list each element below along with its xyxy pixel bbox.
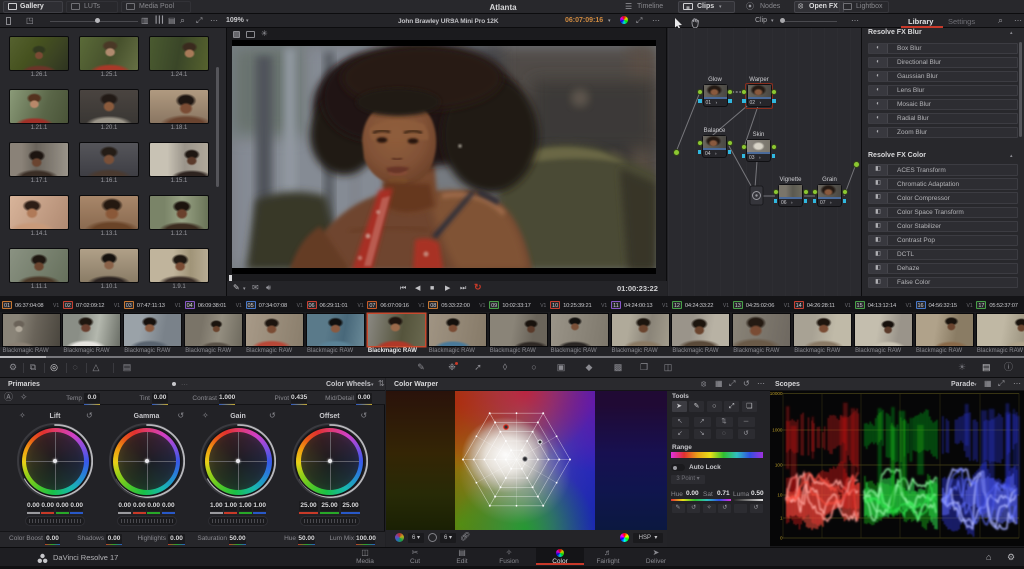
svg-text:1000: 1000	[772, 428, 783, 433]
svg-text:100: 100	[775, 463, 783, 468]
svg-text:10000: 10000	[770, 391, 783, 396]
svg-text:0: 0	[780, 536, 783, 541]
svg-text:10: 10	[777, 493, 783, 498]
svg-text:1: 1	[780, 516, 783, 521]
